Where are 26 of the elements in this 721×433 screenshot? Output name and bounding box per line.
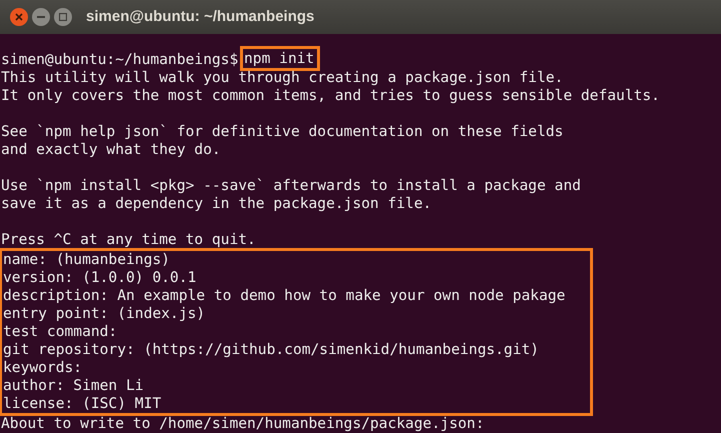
terminal-line: entry point: (index.js)	[3, 305, 206, 323]
terminal-line: Use `npm install <pkg> --save` afterwards to install a package and	[1, 177, 581, 195]
terminal-line: keywords:	[3, 359, 82, 377]
terminal-line: About to write to /home/simen/humanbeings/package.json:	[1, 415, 484, 433]
terminal-line: name: (humanbeings)	[3, 251, 170, 269]
window-title: simen@ubuntu: ~/humanbeings	[86, 6, 314, 27]
terminal-line: test command:	[3, 323, 118, 341]
terminal-line: and exactly what they do.	[1, 141, 221, 159]
terminal-line: git repository: (https://github.com/simenkid/humanbeings.git)	[3, 341, 539, 359]
close-button[interactable]	[10, 8, 28, 26]
maximize-button[interactable]	[54, 8, 72, 26]
minimize-icon	[37, 16, 45, 18]
terminal-line: See `npm help json` for definitive documentation on these fields	[1, 123, 564, 141]
minimize-button[interactable]	[32, 8, 50, 26]
terminal-line: Press ^C at any time to quit.	[1, 231, 256, 249]
terminal-line: license: (ISC) MIT	[3, 395, 162, 413]
typed-command: npm init	[243, 49, 318, 68]
terminal-line: version: (1.0.0) 0.0.1	[3, 269, 196, 287]
maximize-icon	[59, 13, 67, 21]
terminal-line: This utility will walk you through creating a package.json file.	[1, 69, 564, 87]
terminal-line: description: An example to demo how to make your own node pakage	[3, 287, 566, 305]
terminal-line: It only covers the most common items, and tries to guess sensible defaults.	[1, 87, 660, 105]
terminal-line: author: Simen Li	[3, 377, 144, 395]
terminal-line: save it as a dependency in the package.json file.	[1, 195, 432, 213]
close-icon	[15, 13, 23, 21]
shell-prompt: simen@ubuntu:~/humanbeings$	[1, 51, 240, 69]
